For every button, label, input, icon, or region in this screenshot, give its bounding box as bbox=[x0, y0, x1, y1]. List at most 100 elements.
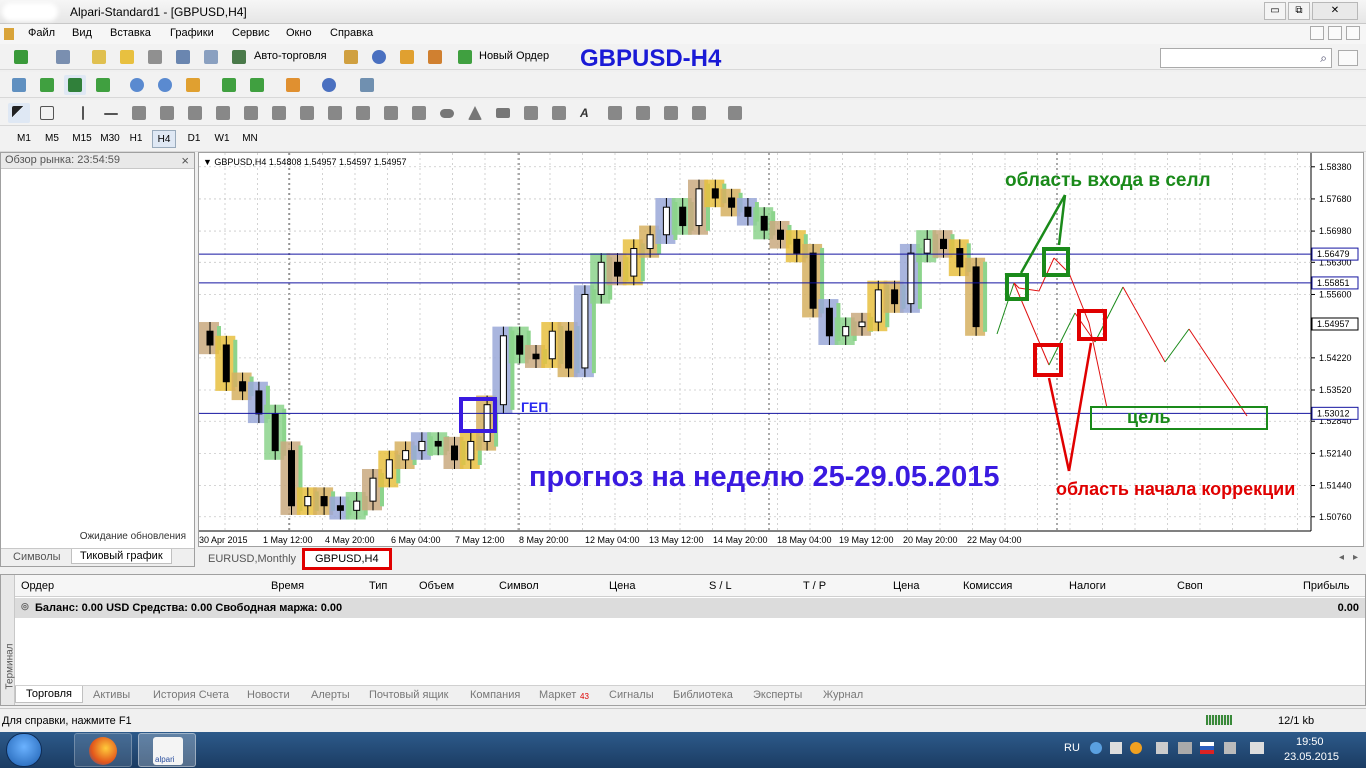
help-tray-icon[interactable] bbox=[1090, 742, 1102, 754]
tab-alerts[interactable]: Алерты bbox=[311, 689, 350, 701]
market-icon[interactable] bbox=[424, 47, 446, 67]
search-input[interactable]: ⌕ bbox=[1160, 48, 1332, 68]
tab-trade[interactable]: Торговля bbox=[15, 686, 83, 703]
tab-journal[interactable]: Журнал bbox=[823, 689, 863, 701]
ellipse-icon[interactable] bbox=[436, 103, 458, 123]
tab-eurusd-monthly[interactable]: EURUSD,Monthly bbox=[200, 551, 304, 567]
horizontal-line-icon[interactable] bbox=[100, 103, 122, 123]
timeframe-w1[interactable]: W1 bbox=[210, 130, 234, 148]
language-indicator[interactable]: RU bbox=[1064, 742, 1080, 754]
mdi-restore-icon[interactable] bbox=[1328, 26, 1342, 40]
autotrade-button[interactable]: Авто-торговля bbox=[254, 50, 327, 62]
tab-market[interactable]: Маркет bbox=[539, 689, 576, 701]
clock-date[interactable]: 23.05.2015 bbox=[1284, 751, 1339, 763]
community-icon[interactable] bbox=[1338, 50, 1358, 66]
tab-experts[interactable]: Эксперты bbox=[753, 689, 802, 701]
timeframe-mn[interactable]: MN bbox=[238, 130, 262, 148]
mdi-icon[interactable] bbox=[4, 28, 14, 40]
arrow-line-icon[interactable] bbox=[548, 103, 570, 123]
col-order[interactable]: Ордер bbox=[21, 580, 54, 592]
cursor-icon[interactable] bbox=[8, 103, 30, 123]
signals-icon[interactable] bbox=[396, 47, 418, 67]
tile-windows-icon[interactable] bbox=[182, 75, 204, 95]
tray-icon-2[interactable] bbox=[1130, 742, 1142, 754]
zoom-out-icon[interactable] bbox=[154, 75, 176, 95]
col-sl[interactable]: S / L bbox=[709, 580, 732, 592]
minimize-button[interactable]: ▭ bbox=[1264, 2, 1286, 20]
menu-view[interactable]: Вид bbox=[72, 27, 92, 39]
pitchfork-icon[interactable] bbox=[268, 103, 290, 123]
candles-icon[interactable] bbox=[36, 75, 58, 95]
fibo-icon[interactable] bbox=[212, 103, 234, 123]
menu-insert[interactable]: Вставка bbox=[110, 27, 151, 39]
crosshair-nav-icon[interactable] bbox=[144, 47, 166, 67]
bar-chart-icon[interactable] bbox=[8, 75, 30, 95]
alpari-task[interactable]: alpari bbox=[138, 733, 196, 767]
favorites-icon[interactable] bbox=[116, 47, 138, 67]
fibo-channel-icon[interactable] bbox=[408, 103, 430, 123]
timeframe-h1[interactable]: H1 bbox=[124, 130, 148, 148]
tab-tick-chart[interactable]: Тиковый график bbox=[71, 549, 172, 564]
menu-charts[interactable]: Графики bbox=[170, 27, 214, 39]
data-window-icon[interactable] bbox=[172, 47, 194, 67]
col-tp[interactable]: T / P bbox=[803, 580, 826, 592]
firefox-task[interactable] bbox=[74, 733, 132, 767]
restore-button[interactable]: ⧉ bbox=[1288, 2, 1310, 20]
stddev-icon[interactable] bbox=[632, 103, 654, 123]
new-order-button[interactable]: Новый Ордер bbox=[479, 50, 549, 62]
col-type[interactable]: Тип bbox=[369, 580, 387, 592]
text-icon[interactable]: A bbox=[576, 103, 598, 123]
periods-icon[interactable] bbox=[318, 75, 340, 95]
timeframe-d1[interactable]: D1 bbox=[182, 130, 206, 148]
crosshair-icon[interactable] bbox=[36, 103, 58, 123]
menu-file[interactable]: Файл bbox=[28, 27, 55, 39]
metaeditor-icon[interactable] bbox=[340, 47, 362, 67]
volume-icon[interactable] bbox=[1250, 742, 1264, 754]
col-commission[interactable]: Комиссия bbox=[963, 580, 1012, 592]
autotrade-icon[interactable] bbox=[228, 47, 250, 67]
scroll-right-icon[interactable]: ▸ bbox=[1353, 552, 1358, 563]
chart-shift-icon[interactable] bbox=[246, 75, 268, 95]
timeframe-m15[interactable]: M15 bbox=[68, 130, 96, 148]
arrows-icon[interactable] bbox=[688, 103, 710, 123]
tab-company[interactable]: Компания bbox=[470, 689, 520, 701]
col-price2[interactable]: Цена bbox=[893, 580, 919, 592]
tab-symbols[interactable]: Символы bbox=[5, 550, 69, 564]
fibo-zones-icon[interactable] bbox=[380, 103, 402, 123]
menu-help[interactable]: Справка bbox=[330, 27, 373, 39]
menu-window[interactable]: Окно bbox=[286, 27, 312, 39]
search-icon[interactable]: ⌕ bbox=[1320, 51, 1327, 66]
elliott-icon[interactable] bbox=[240, 103, 262, 123]
bars-icon[interactable] bbox=[64, 75, 86, 95]
start-button[interactable] bbox=[6, 733, 42, 767]
tab-gbpusd-h4[interactable]: GBPUSD,H4 bbox=[302, 548, 392, 570]
indicators-icon[interactable] bbox=[282, 75, 304, 95]
col-profit[interactable]: Прибыль bbox=[1303, 580, 1350, 592]
channel-icon[interactable] bbox=[156, 103, 178, 123]
timeframe-h4[interactable]: H4 bbox=[152, 130, 176, 148]
equidistant-icon[interactable] bbox=[520, 103, 542, 123]
timeframe-m5[interactable]: M5 bbox=[40, 130, 64, 148]
tray-icon-1[interactable] bbox=[1110, 742, 1122, 754]
zoom-in-icon[interactable] bbox=[126, 75, 148, 95]
fibo-arcs-icon[interactable] bbox=[352, 103, 374, 123]
text-label-icon[interactable] bbox=[660, 103, 682, 123]
trendline-icon[interactable] bbox=[128, 103, 150, 123]
market-watch-icon[interactable] bbox=[88, 47, 110, 67]
tab-mailbox[interactable]: Почтовый ящик bbox=[369, 689, 448, 701]
line-chart-icon[interactable] bbox=[92, 75, 114, 95]
profiles-icon[interactable] bbox=[52, 47, 74, 67]
col-taxes[interactable]: Налоги bbox=[1069, 580, 1106, 592]
col-price[interactable]: Цена bbox=[609, 580, 635, 592]
new-order-icon[interactable] bbox=[454, 47, 476, 67]
gann-icon[interactable] bbox=[184, 103, 206, 123]
rectangle-icon[interactable] bbox=[492, 103, 514, 123]
mdi-minimize-icon[interactable] bbox=[1310, 26, 1324, 40]
tab-signals[interactable]: Сигналы bbox=[609, 689, 654, 701]
close-button[interactable]: ✕ bbox=[1312, 2, 1358, 20]
chart-window[interactable]: 1.58380 1.57680 1.56980 1.56300 1.55600 1.542… bbox=[198, 152, 1364, 547]
network-icon[interactable] bbox=[1178, 742, 1192, 754]
flag-icon[interactable] bbox=[1156, 742, 1168, 754]
autoscroll-icon[interactable] bbox=[218, 75, 240, 95]
cycle-lines-icon[interactable] bbox=[296, 103, 318, 123]
